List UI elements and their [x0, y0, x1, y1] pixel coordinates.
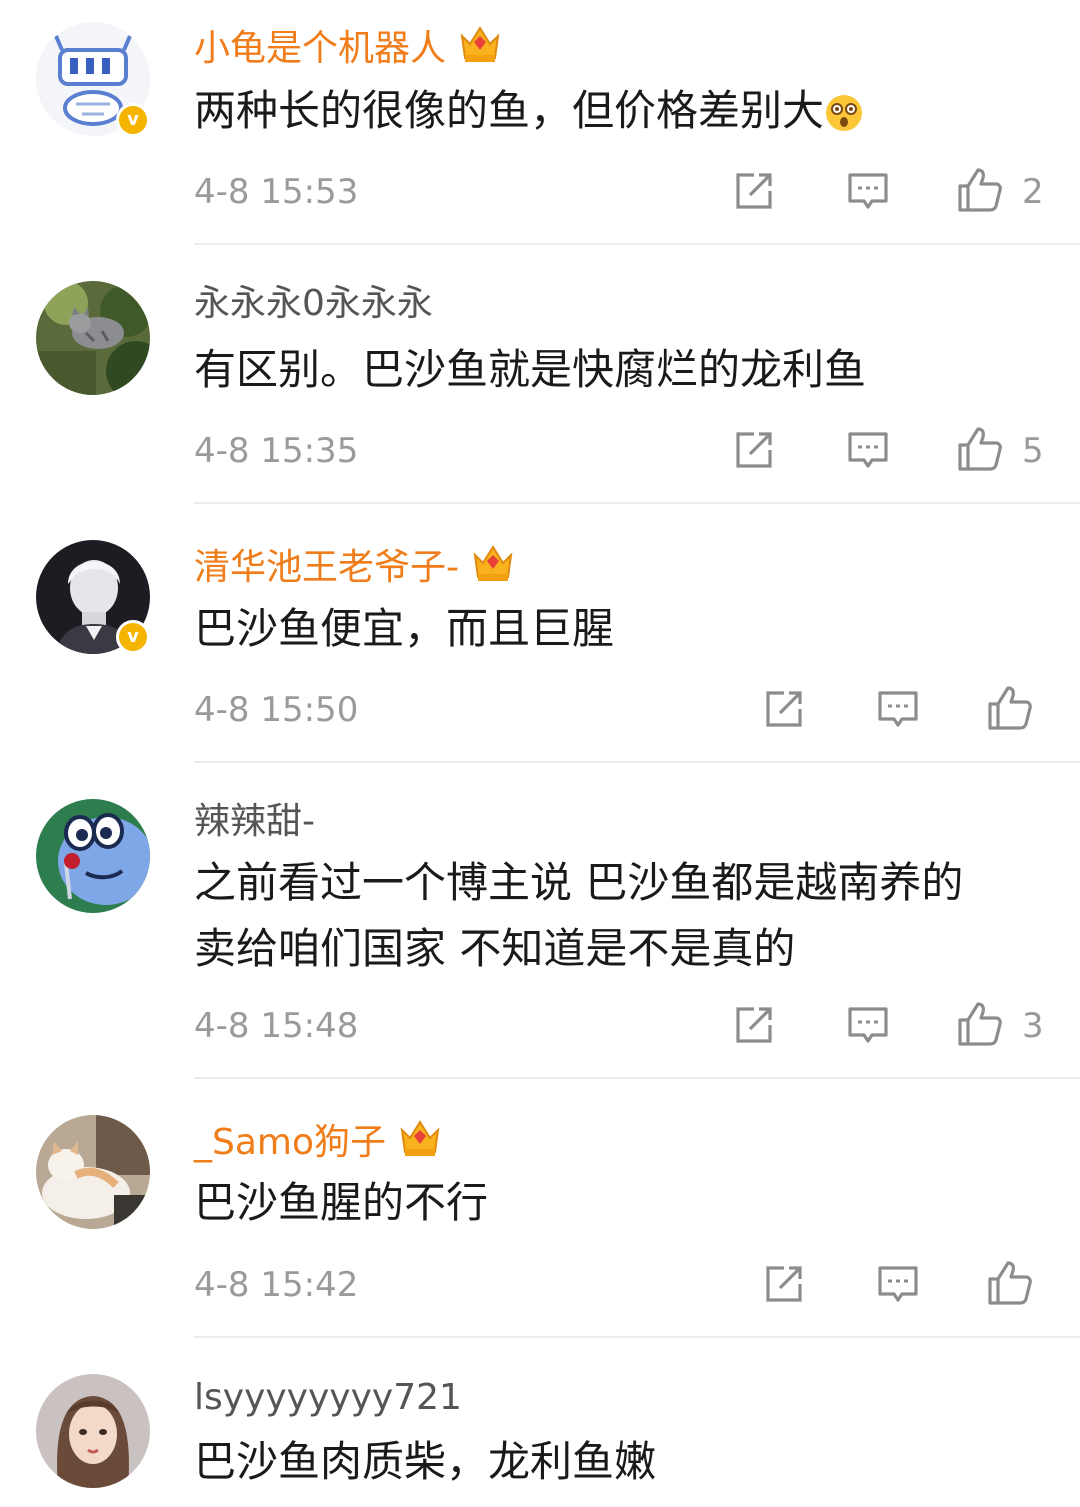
like-button[interactable] [956, 1000, 1004, 1048]
comment-text: 有区别。巴沙鱼就是快腐烂的龙利鱼 [194, 345, 867, 394]
like-button[interactable] [956, 425, 1004, 473]
reply-button[interactable] [846, 1003, 890, 1047]
comment-time: 4-8 15:42 [194, 1265, 359, 1305]
username[interactable]: _Samo狗子 [194, 1116, 442, 1165]
divider [194, 1077, 1080, 1079]
crown-icon [398, 1116, 442, 1160]
comment-icon [846, 428, 890, 472]
crown-icon [471, 541, 515, 585]
like-button[interactable] [956, 166, 1004, 214]
share-icon [762, 687, 806, 731]
divider [194, 502, 1080, 504]
username[interactable]: 辣辣甜- [194, 800, 315, 844]
like-button[interactable] [986, 684, 1034, 732]
reply-button[interactable] [846, 169, 890, 213]
comment-text: 巴沙鱼便宜，而且巨腥 [194, 604, 615, 653]
crown-icon [458, 22, 502, 66]
comment-time: 4-8 15:48 [194, 1006, 359, 1046]
username[interactable]: lsyyyyyyyy721 [194, 1376, 462, 1420]
username[interactable]: 永永永0永永永 [194, 282, 433, 326]
comment-text: 两种长的很像的鱼，但价格差别大 [194, 78, 1044, 152]
share-button[interactable] [762, 687, 806, 731]
reply-button[interactable] [876, 687, 920, 731]
comment-icon [846, 1003, 890, 1047]
comment-text: 巴沙鱼腥的不行 [194, 1178, 489, 1227]
verified-badge-icon: v [116, 620, 150, 654]
comment-text: 之前看过一个博主说 巴沙鱼都是越南养的 卖给咱们国家 不知道是不是真的 [194, 858, 964, 973]
divider [194, 1336, 1080, 1338]
share-button[interactable] [732, 428, 776, 472]
avatar[interactable] [36, 281, 150, 395]
share-icon [762, 1262, 806, 1306]
comment-icon [846, 169, 890, 213]
avatar[interactable] [36, 1115, 150, 1229]
share-icon [732, 169, 776, 213]
comment-text: 巴沙鱼肉质柴，龙利鱼嫩 [194, 1437, 657, 1486]
thumbs-up-icon [956, 425, 1004, 473]
username[interactable]: 清华池王老爷子- [194, 541, 515, 590]
divider [194, 761, 1080, 763]
comment-time: 4-8 15:35 [194, 431, 359, 471]
thumbs-up-icon [986, 684, 1034, 732]
username[interactable]: 小龟是个机器人 [194, 22, 502, 71]
comment-time: 4-8 15:53 [194, 172, 359, 212]
share-icon [732, 1003, 776, 1047]
share-button[interactable] [732, 169, 776, 213]
like-count: 3 [1022, 1006, 1044, 1046]
reply-button[interactable] [876, 1262, 920, 1306]
like-button[interactable] [986, 1259, 1034, 1307]
comment-time: 4-8 15:50 [194, 690, 359, 730]
share-button[interactable] [762, 1262, 806, 1306]
thumbs-up-icon [956, 166, 1004, 214]
divider [194, 243, 1080, 245]
verified-badge-icon: v [116, 103, 150, 137]
avatar[interactable] [36, 799, 150, 913]
avatar[interactable] [36, 1374, 150, 1488]
dizzy-face-emoji [824, 86, 864, 152]
comment-icon [876, 687, 920, 731]
thumbs-up-icon [986, 1259, 1034, 1307]
thumbs-up-icon [956, 1000, 1004, 1048]
share-icon [732, 428, 776, 472]
comment-icon [876, 1262, 920, 1306]
like-count: 2 [1022, 172, 1044, 212]
reply-button[interactable] [846, 428, 890, 472]
like-count: 5 [1022, 431, 1044, 471]
share-button[interactable] [732, 1003, 776, 1047]
